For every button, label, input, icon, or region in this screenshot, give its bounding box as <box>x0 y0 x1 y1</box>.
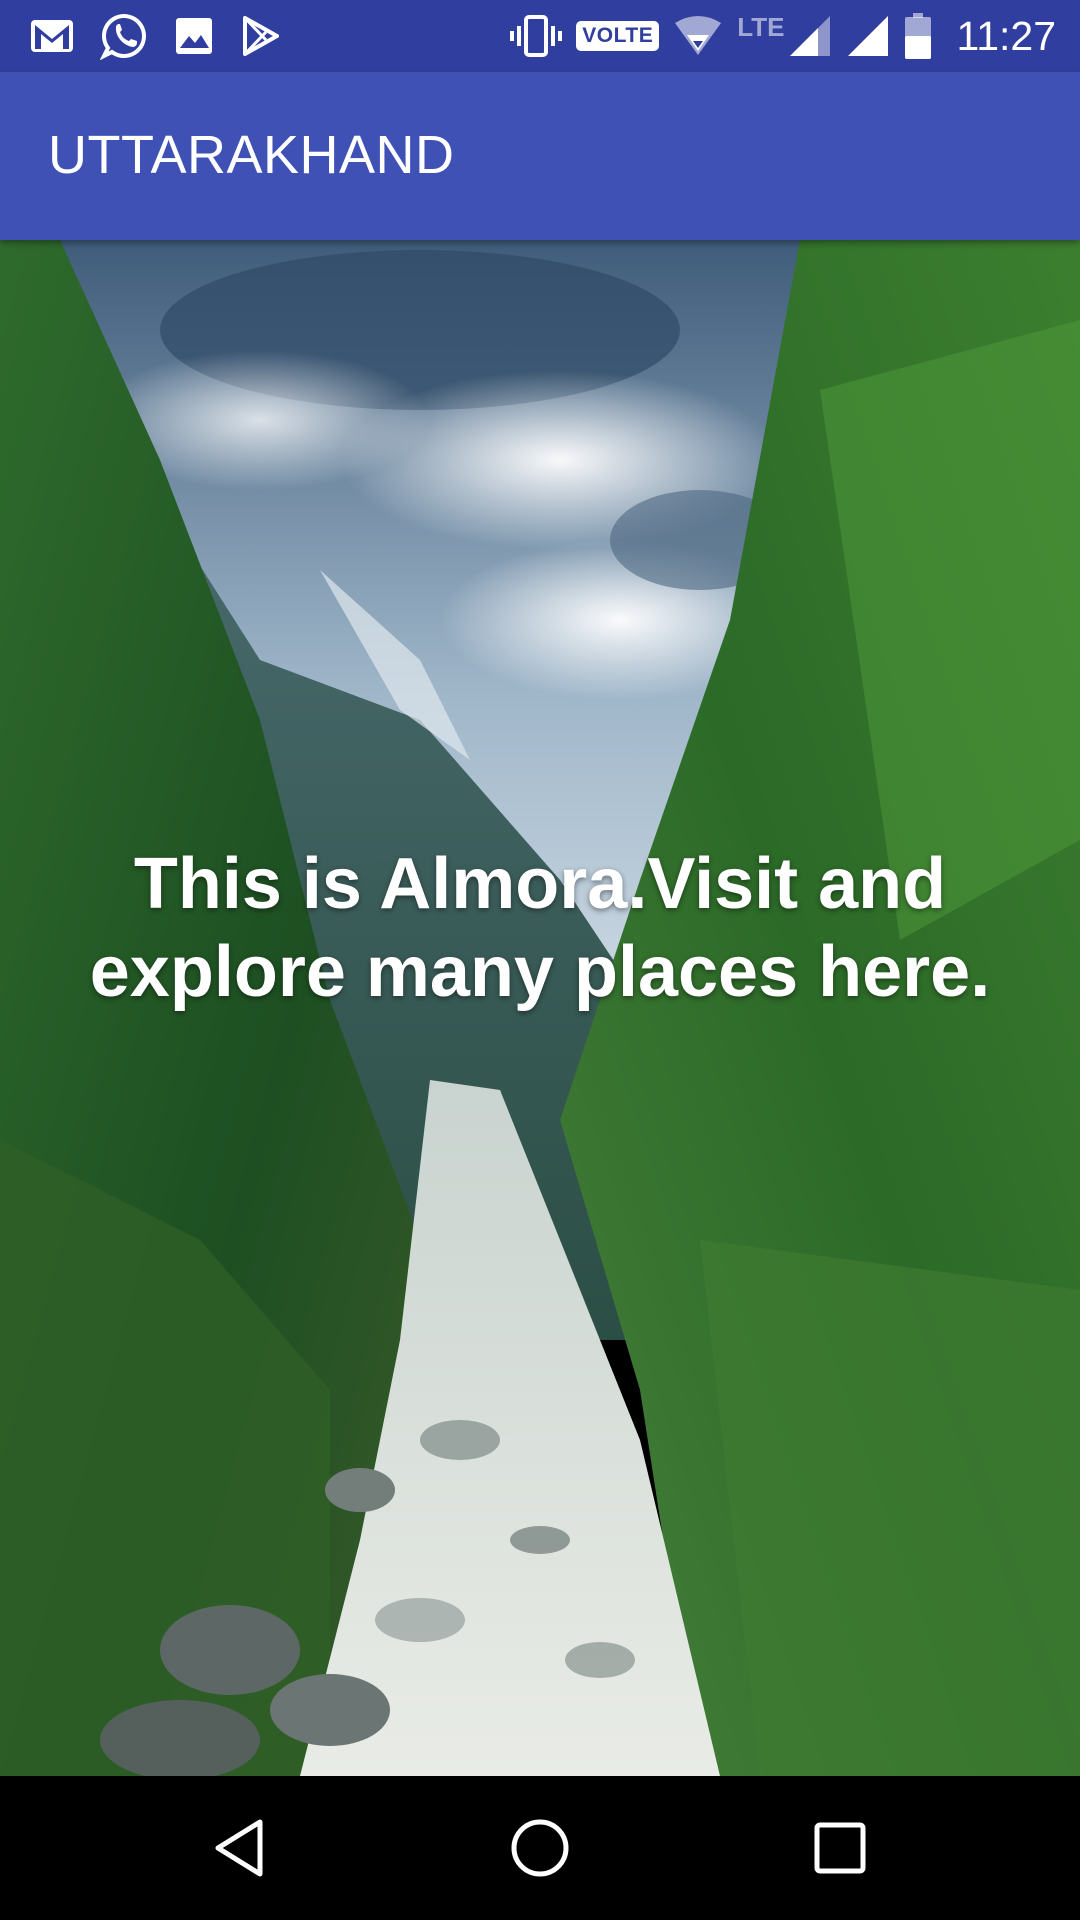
wifi-hotspot-icon <box>673 15 723 57</box>
status-bar: VOLTE LTE 11:27 <box>0 0 1080 72</box>
recents-button[interactable] <box>804 1812 876 1884</box>
back-button[interactable] <box>204 1812 276 1884</box>
notification-icons <box>30 12 282 60</box>
place-description: This is Almora.Visit and explore many pl… <box>89 844 991 1012</box>
home-icon <box>511 1819 569 1877</box>
volte-badge: VOLTE <box>576 21 660 51</box>
system-status-icons: VOLTE LTE 11:27 <box>510 10 1056 62</box>
navigation-bar <box>0 1776 1080 1920</box>
whatsapp-icon <box>100 12 148 60</box>
clock: 11:27 <box>956 12 1056 59</box>
battery-icon <box>904 12 932 60</box>
signal-icon <box>846 14 890 58</box>
app-bar: UTTARAKHAND <box>0 72 1080 240</box>
back-icon <box>215 1819 263 1877</box>
gallery-icon <box>174 16 214 56</box>
play-store-icon <box>240 15 282 57</box>
screen: VOLTE LTE 11:27 UTTARAKHAND This is Almo… <box>0 0 1080 1920</box>
lte-signal-icon <box>788 14 832 58</box>
recents-icon <box>814 1822 866 1874</box>
content-area: This is Almora.Visit and explore many pl… <box>0 240 1080 1776</box>
vibrate-icon <box>510 14 563 58</box>
app-title: UTTARAKHAND <box>48 125 455 185</box>
gmail-icon <box>30 18 74 54</box>
lte-label: LTE <box>737 11 785 42</box>
home-button[interactable] <box>504 1812 576 1884</box>
